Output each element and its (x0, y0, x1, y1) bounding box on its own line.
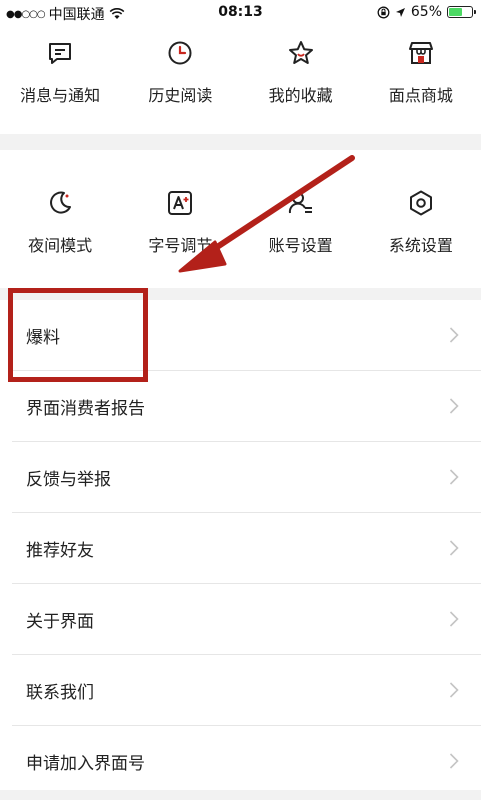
clock-icon (168, 41, 192, 65)
message-icon (49, 43, 72, 64)
list-item-apply-join[interactable]: 申请加入界面号 (12, 726, 481, 797)
gear-icon (409, 190, 432, 216)
chevron-right-icon (449, 682, 459, 698)
menu-item-night-mode[interactable]: 夜间模式 (0, 180, 120, 280)
menu-item-store[interactable]: 面点商城 (361, 34, 481, 134)
menu-item-label: 我的收藏 (268, 86, 333, 105)
list-item-label: 界面消费者报告 (26, 398, 145, 419)
list-item-label: 推荐好友 (26, 540, 94, 561)
battery-icon (447, 6, 476, 18)
account-icon (288, 192, 312, 214)
menu-item-font-size[interactable]: 字号调节 (120, 180, 240, 280)
menu-item-account[interactable]: 账号设置 (241, 180, 361, 280)
chevron-right-icon (449, 398, 459, 414)
annotation-highlight-box (8, 288, 148, 382)
menu-item-label: 历史阅读 (148, 86, 213, 105)
menu-item-favorites[interactable]: 我的收藏 (241, 34, 361, 134)
menu-item-label: 夜间模式 (28, 236, 93, 255)
bottom-divider (0, 790, 481, 800)
menu-item-label: 系统设置 (388, 236, 453, 255)
list-item-about[interactable]: 关于界面 (12, 584, 481, 655)
section-divider (0, 134, 481, 150)
menu-item-label: 账号设置 (268, 236, 333, 255)
settings-menu: 夜间模式 字号调节 账号设置 系统设置 (0, 180, 481, 280)
battery-level (449, 8, 462, 16)
star-icon (288, 41, 313, 64)
list-item-label: 反馈与举报 (26, 469, 111, 490)
store-icon (408, 42, 433, 64)
status-right: 65% (377, 4, 476, 20)
battery-percent: 65% (410, 4, 442, 20)
chevron-right-icon (449, 469, 459, 485)
list-item-feedback[interactable]: 反馈与举报 (12, 442, 481, 513)
list-item-label: 申请加入界面号 (26, 753, 145, 774)
status-bar: ●●○○○ 中国联通 08:13 65% (0, 0, 481, 26)
list-item-label: 联系我们 (26, 682, 94, 703)
menu-item-label: 面点商城 (388, 86, 453, 105)
chevron-right-icon (449, 753, 459, 769)
list-item-recommend-friends[interactable]: 推荐好友 (12, 513, 481, 584)
font-size-icon (168, 191, 193, 215)
menu-item-system-settings[interactable]: 系统设置 (361, 180, 481, 280)
chevron-right-icon (449, 611, 459, 627)
menu-item-history[interactable]: 历史阅读 (120, 34, 240, 134)
location-icon (395, 7, 405, 17)
chevron-right-icon (449, 540, 459, 556)
top-menu: 消息与通知 历史阅读 我的收藏 面点商城 (0, 34, 481, 134)
chevron-right-icon (449, 327, 459, 343)
list-item-contact-us[interactable]: 联系我们 (12, 655, 481, 726)
list-item-label: 关于界面 (26, 611, 94, 632)
menu-item-label: 字号调节 (148, 236, 213, 255)
menu-item-label: 消息与通知 (20, 86, 101, 105)
rotation-lock-icon (377, 6, 390, 18)
moon-icon (50, 191, 72, 214)
menu-item-messages[interactable]: 消息与通知 (0, 34, 120, 134)
